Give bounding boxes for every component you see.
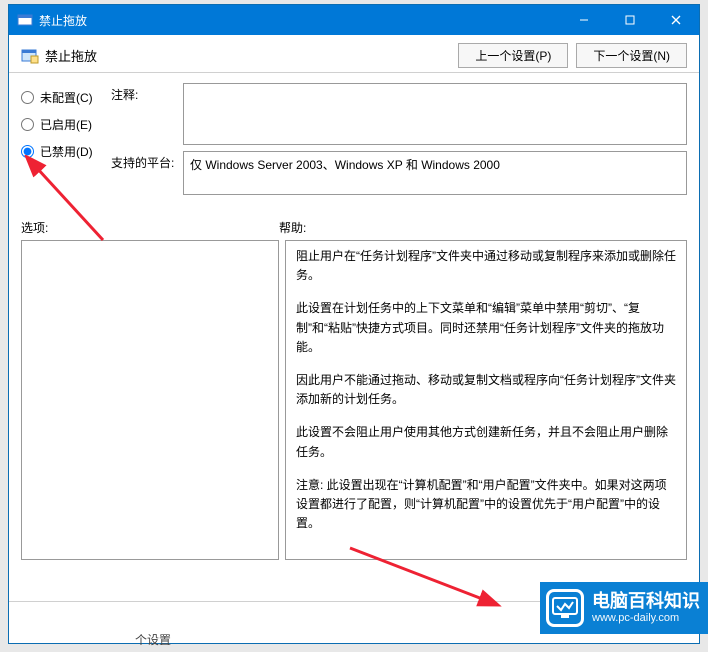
state-radio-group: 未配置(C) 已启用(E) 已禁用(D) [21, 83, 111, 201]
pane-labels: 选项: 帮助: [9, 201, 699, 240]
maximize-button[interactable] [607, 5, 653, 35]
separator [9, 72, 699, 73]
radio-not-configured-label: 未配置(C) [40, 89, 93, 106]
help-paragraph: 因此用户不能通过拖动、移动或复制文档或程序向“任务计划程序”文件夹添加新的计划任… [296, 371, 676, 409]
radio-enabled[interactable]: 已启用(E) [21, 116, 111, 133]
form-area: 未配置(C) 已启用(E) 已禁用(D) 注释: 支持的平台: 仅 Window… [9, 79, 699, 201]
watermark: 电脑百科知识 www.pc-daily.com [540, 582, 708, 634]
policy-icon [21, 47, 39, 65]
background-text-fragment: 个设置 [135, 631, 171, 648]
panes: 阻止用户在“任务计划程序”文件夹中通过移动或复制程序来添加或删除任务。 此设置在… [9, 240, 699, 601]
radio-enabled-label: 已启用(E) [40, 116, 92, 133]
titlebar: 禁止拖放 [9, 5, 699, 35]
close-button[interactable] [653, 5, 699, 35]
help-paragraph: 此设置在计划任务中的上下文菜单和“编辑”菜单中禁用“剪切”、“复制”和“粘贴”快… [296, 299, 676, 357]
policy-editor-window: 禁止拖放 禁止拖放 上一个设置(P) 下一个设置(N) 未配置(C) [8, 4, 700, 644]
app-icon [17, 12, 33, 28]
supported-platform-box: 仅 Windows Server 2003、Windows XP 和 Windo… [183, 151, 687, 195]
radio-disabled[interactable]: 已禁用(D) [21, 143, 111, 160]
monitor-icon [546, 589, 584, 627]
next-setting-button[interactable]: 下一个设置(N) [576, 43, 687, 68]
radio-not-configured[interactable]: 未配置(C) [21, 89, 111, 106]
help-paragraph: 注意: 此设置出现在“计算机配置”和“用户配置”文件夹中。如果对这两项设置都进行… [296, 476, 676, 534]
supported-platform-text: 仅 Windows Server 2003、Windows XP 和 Windo… [190, 158, 500, 172]
radio-disabled-label: 已禁用(D) [40, 143, 93, 160]
notes-label: 注释: [111, 83, 183, 145]
previous-setting-button[interactable]: 上一个设置(P) [458, 43, 568, 68]
radio-enabled-input[interactable] [21, 118, 34, 131]
radio-not-configured-input[interactable] [21, 91, 34, 104]
minimize-button[interactable] [561, 5, 607, 35]
window-title: 禁止拖放 [39, 12, 87, 29]
policy-title: 禁止拖放 [45, 46, 97, 65]
options-pane[interactable] [21, 240, 279, 560]
header-row: 禁止拖放 上一个设置(P) 下一个设置(N) [9, 35, 699, 72]
watermark-url: www.pc-daily.com [592, 612, 700, 624]
watermark-title: 电脑百科知识 [592, 592, 700, 612]
help-label: 帮助: [279, 219, 306, 236]
radio-disabled-input[interactable] [21, 145, 34, 158]
help-paragraph: 此设置不会阻止用户使用其他方式创建新任务，并且不会阻止用户删除任务。 [296, 423, 676, 461]
platform-label: 支持的平台: [111, 151, 183, 195]
options-label: 选项: [21, 219, 279, 236]
notes-textarea[interactable] [183, 83, 687, 145]
help-paragraph: 阻止用户在“任务计划程序”文件夹中通过移动或复制程序来添加或删除任务。 [296, 247, 676, 285]
help-content: 阻止用户在“任务计划程序”文件夹中通过移动或复制程序来添加或删除任务。 此设置在… [286, 241, 686, 553]
help-pane[interactable]: 阻止用户在“任务计划程序”文件夹中通过移动或复制程序来添加或删除任务。 此设置在… [285, 240, 687, 560]
